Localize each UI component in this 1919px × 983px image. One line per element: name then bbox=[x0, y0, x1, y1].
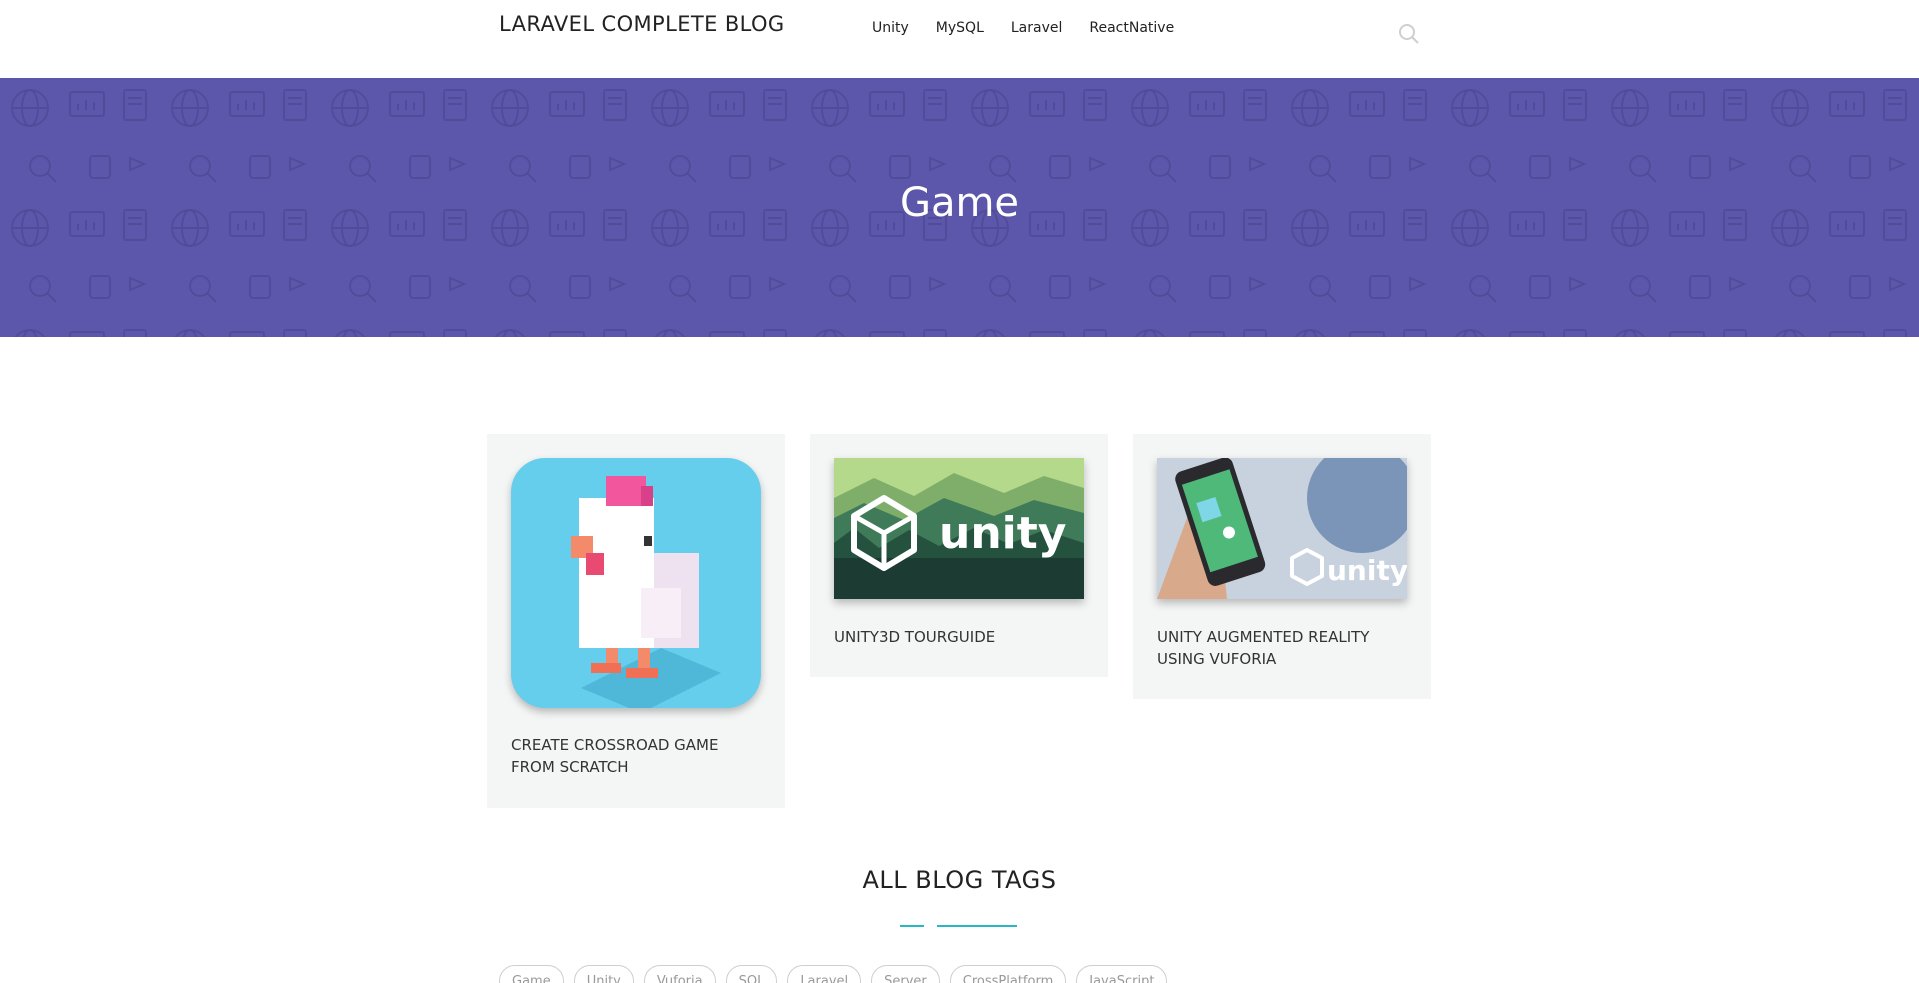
nav-item-laravel[interactable]: Laravel bbox=[1011, 20, 1063, 36]
heading-divider bbox=[937, 925, 1017, 927]
post-title[interactable]: CREATE CROSSROAD GAME FROM SCRATCH bbox=[511, 734, 761, 778]
nav-item-unity[interactable]: Unity bbox=[872, 20, 909, 36]
tag-list: Game Unity Vuforia SQL Laravel Server Cr… bbox=[499, 965, 1168, 983]
tag-laravel[interactable]: Laravel bbox=[787, 965, 862, 983]
unity-logo-text: unity bbox=[939, 508, 1066, 559]
tag-server[interactable]: Server bbox=[871, 965, 940, 983]
tag-game[interactable]: Game bbox=[499, 965, 564, 983]
tag-sql[interactable]: SQL bbox=[725, 965, 778, 983]
site-brand[interactable]: LARAVEL COMPLETE BLOG bbox=[499, 12, 785, 36]
tag-unity[interactable]: Unity bbox=[573, 965, 634, 983]
unity-forest-image[interactable]: unity bbox=[834, 458, 1084, 599]
unity-logo-text: unity bbox=[1327, 554, 1407, 587]
main-nav: Unity MySQL Laravel ReactNative bbox=[872, 20, 1174, 36]
crossy-chicken-image[interactable] bbox=[511, 458, 761, 708]
post-card[interactable]: unity UNITY AUGMENTED REALITY USING VUFO… bbox=[1133, 434, 1431, 699]
unity-phone-ar-image[interactable]: unity bbox=[1157, 458, 1407, 599]
page-title: Game bbox=[899, 180, 1020, 226]
search-icon[interactable] bbox=[1397, 22, 1421, 46]
tags-heading: ALL BLOG TAGS bbox=[862, 866, 1057, 894]
tag-vuforia[interactable]: Vuforia bbox=[643, 965, 716, 983]
tag-javascript[interactable]: JavaScript bbox=[1076, 965, 1168, 983]
post-title[interactable]: UNITY AUGMENTED REALITY USING VUFORIA bbox=[1157, 626, 1407, 670]
post-card[interactable]: CREATE CROSSROAD GAME FROM SCRATCH bbox=[487, 434, 785, 808]
top-navbar: LARAVEL COMPLETE BLOG Unity MySQL Larave… bbox=[0, 0, 1919, 78]
nav-item-reactnative[interactable]: ReactNative bbox=[1089, 20, 1174, 36]
category-hero: Game bbox=[0, 78, 1919, 337]
post-title[interactable]: UNITY3D TOURGUIDE bbox=[834, 626, 1084, 648]
nav-item-mysql[interactable]: MySQL bbox=[936, 20, 984, 36]
tag-crossplatform[interactable]: CrossPlatform bbox=[949, 965, 1067, 983]
post-card[interactable]: unity UNITY3D TOURGUIDE bbox=[810, 434, 1108, 677]
heading-divider bbox=[900, 925, 924, 927]
